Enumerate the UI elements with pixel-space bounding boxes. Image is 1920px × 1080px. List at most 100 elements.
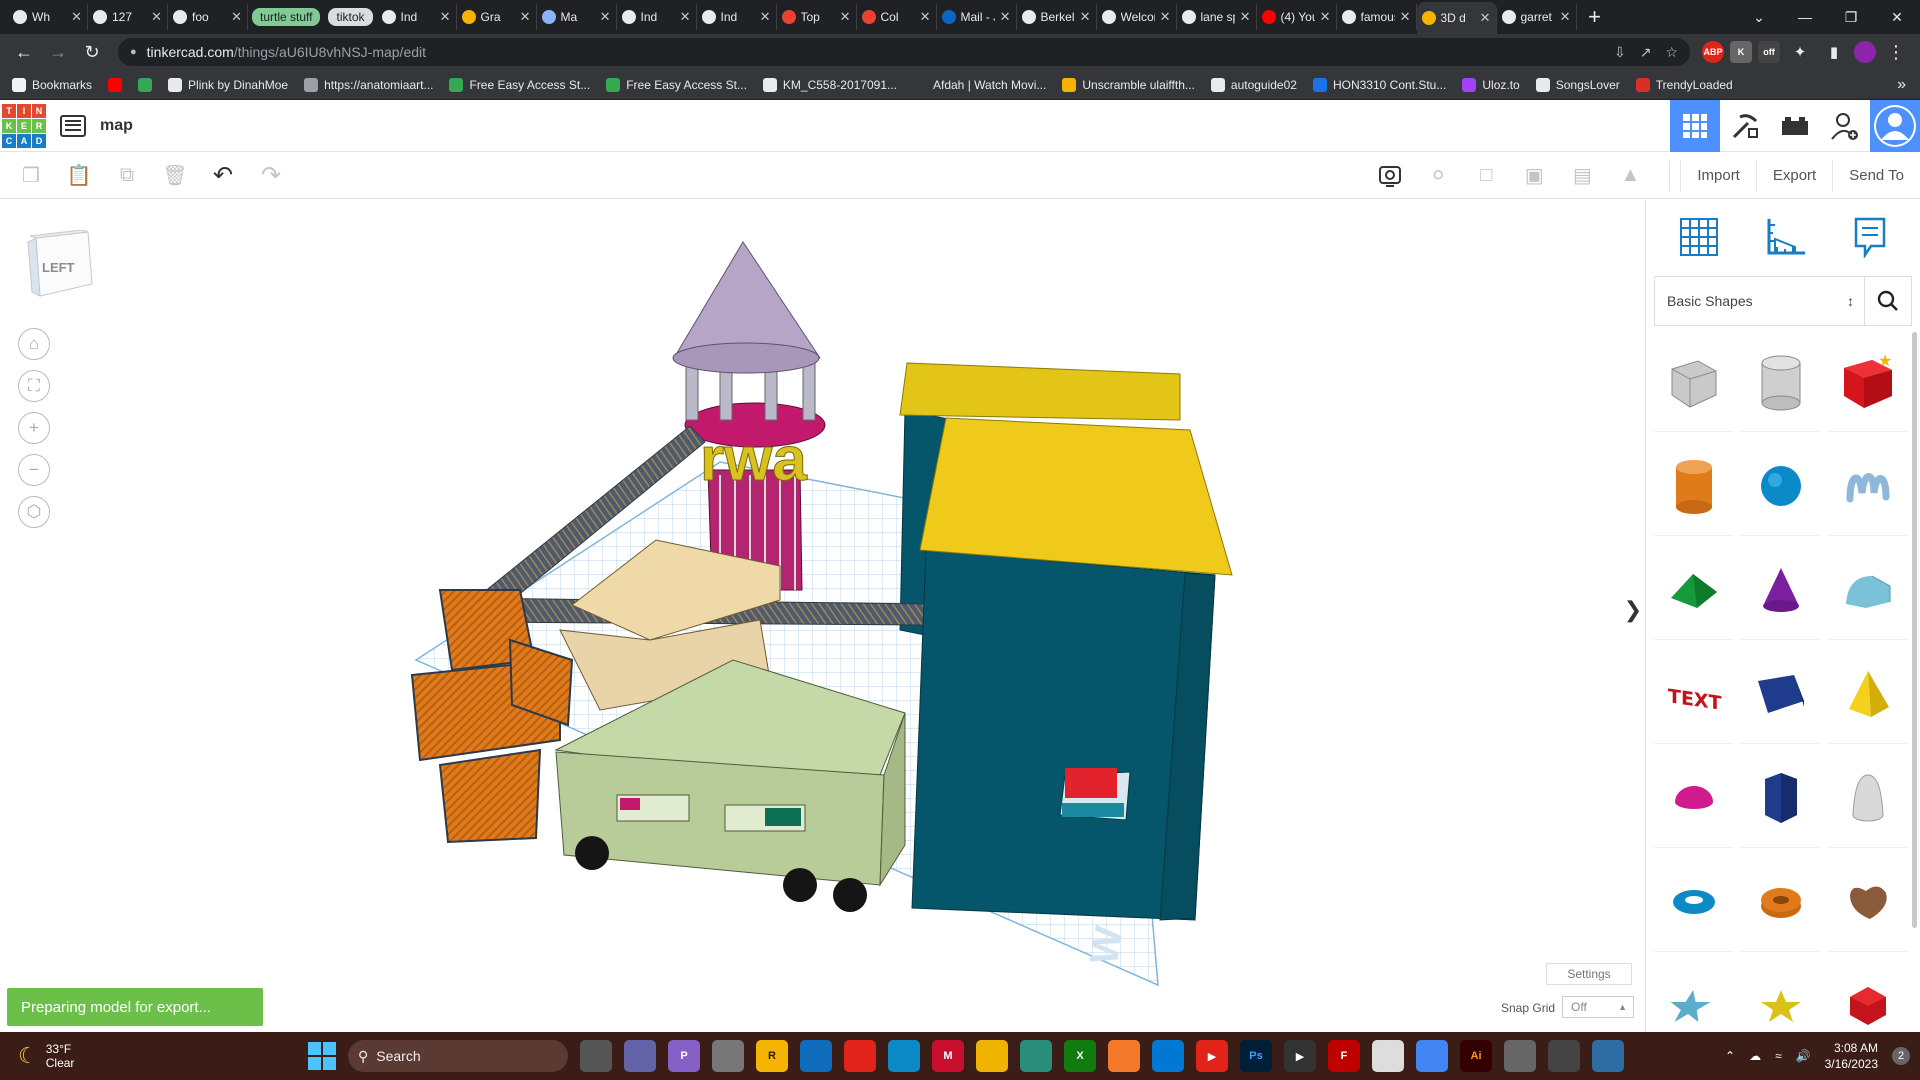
browser-tab[interactable]: 127 ✕ [88, 4, 168, 30]
light-bulb-icon[interactable]: ⚪ [1419, 157, 1457, 195]
xbox-icon[interactable]: X [1064, 1040, 1096, 1072]
export-button[interactable]: Export [1755, 159, 1832, 192]
design-menu-button[interactable] [60, 114, 86, 137]
group-icon[interactable]: ▣ [1515, 157, 1553, 195]
teams-icon[interactable] [624, 1040, 656, 1072]
workplane-canvas[interactable]: rwa W LEFT ⌂ ⛶ + − ⬡ ❯ Preparing model f… [0, 200, 1645, 1032]
shape-icosahedron[interactable] [1828, 956, 1908, 1032]
mcafee-icon[interactable]: M [932, 1040, 964, 1072]
close-icon[interactable]: ✕ [1080, 9, 1091, 25]
bookmark-item[interactable] [108, 77, 123, 92]
browser-tab[interactable]: Welcon ✕ [1097, 4, 1177, 30]
illustrator-icon[interactable]: Ai [1460, 1040, 1492, 1072]
bookmark-item[interactable]: Uloz.to [1462, 77, 1520, 92]
blocks-pickaxe-icon[interactable] [1720, 100, 1770, 152]
chrome-icon[interactable] [1416, 1040, 1448, 1072]
browser-tab[interactable]: Wh ✕ [8, 4, 88, 30]
view-cube[interactable]: LEFT [26, 229, 94, 302]
filezilla-icon[interactable]: F [1328, 1040, 1360, 1072]
app-red-icon[interactable] [844, 1040, 876, 1072]
reload-button[interactable]: ↻ [78, 38, 106, 66]
shape-cylinder-hole[interactable] [1741, 332, 1821, 432]
bookmark-item[interactable]: Afdah | Watch Movi... [913, 77, 1046, 92]
close-icon[interactable]: ✕ [231, 9, 242, 25]
close-window-icon[interactable]: ✕ [1874, 9, 1920, 26]
shape-cylinder[interactable] [1654, 436, 1734, 536]
workplane-tool-icon[interactable] [1679, 217, 1719, 260]
shape-paraboloid[interactable] [1828, 748, 1908, 848]
shape-notes-icon[interactable]: □ [1467, 157, 1505, 195]
forward-button[interactable]: → [44, 38, 72, 66]
close-icon[interactable]: ✕ [600, 9, 611, 25]
clock[interactable]: 3:08 AM 3/16/2023 [1825, 1040, 1878, 1072]
zoom-out-icon[interactable]: − [18, 454, 50, 486]
file-explorer-icon[interactable] [976, 1040, 1008, 1072]
camera-view-icon[interactable] [1371, 157, 1409, 195]
design-name[interactable]: map [100, 117, 133, 135]
shape-box-hole[interactable] [1654, 332, 1734, 432]
url-input[interactable]: ● tinkercad.com/things/aU6IU8vhNSJ-map/e… [118, 38, 1690, 66]
onedrive-icon[interactable]: ☁ [1749, 1049, 1761, 1063]
close-icon[interactable]: ✕ [920, 9, 931, 25]
share-icon[interactable]: ↗ [1640, 44, 1652, 61]
add-user-icon[interactable] [1820, 100, 1870, 152]
shape-half-sphere[interactable] [1654, 748, 1734, 848]
calculator-icon[interactable] [1152, 1040, 1184, 1072]
bookmark-item[interactable]: autoguide02 [1210, 77, 1297, 92]
bookmark-item[interactable]: Unscramble ulaiffth... [1062, 77, 1195, 92]
app-icon[interactable] [712, 1040, 744, 1072]
install-icon[interactable]: ⇩ [1614, 44, 1626, 61]
panel-scrollbar[interactable] [1912, 332, 1917, 928]
user-avatar[interactable] [1870, 99, 1920, 152]
close-icon[interactable]: ✕ [151, 9, 162, 25]
redo-icon[interactable]: ↷ [252, 157, 290, 195]
3d-view-grid-icon[interactable] [1670, 99, 1720, 152]
tinkercad-logo[interactable]: TIN KER CAD [2, 103, 46, 148]
puzzle-extensions-icon[interactable]: ✦ [1786, 38, 1814, 66]
bookmark-item[interactable]: Plink by DinahMoe [168, 77, 288, 92]
close-icon[interactable]: ✕ [440, 9, 451, 25]
new-tab-button[interactable]: + [1577, 4, 1613, 30]
3d-scene[interactable]: rwa W [0, 200, 1645, 1032]
chrome-alt-icon[interactable] [1020, 1040, 1052, 1072]
side-panel-icon[interactable]: ▮ [1820, 38, 1848, 66]
picsart-icon[interactable]: P [668, 1040, 700, 1072]
collapse-panel-chevron-icon[interactable]: ❯ [1624, 595, 1642, 625]
search-icon[interactable] [1865, 277, 1911, 325]
settings-button[interactable]: Settings [1546, 963, 1632, 985]
notes-tool-icon[interactable] [1853, 216, 1887, 261]
windows-start-icon[interactable] [308, 1042, 336, 1070]
ruler-tool-icon[interactable] [1765, 217, 1807, 260]
snap-grid-select[interactable]: Off ▲ [1562, 996, 1634, 1018]
wifi-icon[interactable]: ≈ [1775, 1049, 1782, 1063]
shape-star[interactable] [1654, 956, 1734, 1032]
tab-group-chip[interactable]: turtle stuff [248, 4, 324, 30]
close-icon[interactable]: ✕ [1400, 9, 1411, 25]
edge-icon[interactable] [888, 1040, 920, 1072]
bookmark-item[interactable] [138, 77, 153, 92]
extension-off-icon[interactable]: off [1758, 41, 1780, 63]
align-icon[interactable]: ▤ [1563, 157, 1601, 195]
close-icon[interactable]: ✕ [520, 9, 531, 25]
undo-icon[interactable]: ↶ [204, 157, 242, 195]
adblock-extension-icon[interactable]: ABP [1702, 41, 1724, 63]
bookmark-item[interactable]: Bookmarks [12, 77, 92, 92]
home-view-icon[interactable]: ⌂ [18, 328, 50, 360]
duplicate-icon[interactable]: ⧉ [108, 157, 146, 195]
browser-tab[interactable]: garret n ✕ [1497, 4, 1577, 30]
delete-icon[interactable]: 🗑 [156, 157, 194, 195]
shape-box[interactable]: ★ [1828, 332, 1908, 432]
tab-group-chip[interactable]: tiktok [324, 4, 376, 30]
browser-tab[interactable]: Ma ✕ [537, 4, 617, 30]
task-view-icon[interactable] [580, 1040, 612, 1072]
shape-pyramid[interactable] [1828, 644, 1908, 744]
shape-wedge[interactable] [1741, 644, 1821, 744]
shape-category-select[interactable]: Basic Shapes ↕ [1655, 277, 1865, 325]
profile-avatar[interactable] [1854, 41, 1876, 63]
copy-icon[interactable]: ❐ [12, 157, 50, 195]
bookmark-item[interactable]: KM_C558-2017091... [762, 77, 897, 92]
close-icon[interactable]: ✕ [680, 9, 691, 25]
notifications-badge[interactable]: 2 [1892, 1047, 1910, 1065]
taskbar-search-box[interactable]: ⚲ Search [348, 1040, 568, 1072]
blender-icon[interactable] [1108, 1040, 1140, 1072]
